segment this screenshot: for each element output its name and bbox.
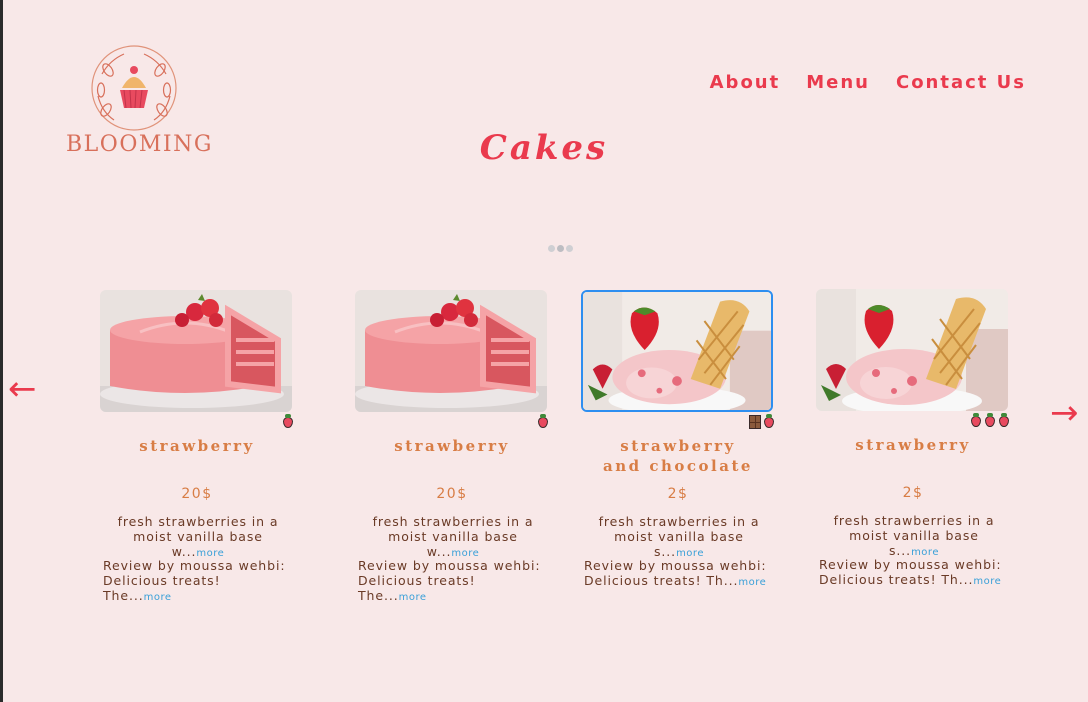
strawberry-icon [763, 414, 775, 428]
flavor-badges [537, 414, 549, 430]
product-name: strawberry [855, 436, 971, 454]
product-card[interactable]: strawberry 20$ fresh strawberries in a m… [100, 290, 294, 603]
product-review: Review by moussa wehbi: Delicious treats… [358, 558, 548, 605]
window-edge [0, 0, 3, 702]
more-link[interactable]: more [973, 576, 1001, 587]
description-line: fresh strawberries in a [372, 514, 534, 529]
product-card[interactable]: strawberry 2$ fresh strawberries in a mo… [816, 289, 1010, 587]
strawberry-cake-image [355, 290, 547, 412]
product-price: 20$ [436, 486, 468, 502]
cupcake-wreath-icon [91, 45, 177, 131]
product-price: 2$ [667, 486, 689, 502]
more-link[interactable]: more [399, 592, 427, 603]
product-description: fresh strawberries in a moist vanilla ba… [106, 514, 290, 561]
product-name-line: and chocolate [603, 457, 753, 475]
strawberry-ice-cream-image [583, 292, 771, 410]
review-line: Review by moussa wehbi: [584, 558, 767, 573]
strawberry-icon [970, 413, 982, 427]
product-image[interactable] [355, 290, 547, 412]
arrow-left-icon[interactable]: ← [8, 372, 37, 406]
description-line: fresh strawberries in a [598, 514, 760, 529]
product-price: 20$ [181, 486, 213, 502]
product-description: fresh strawberries in a moist vanilla ba… [587, 514, 771, 561]
product-card[interactable]: strawberry 20$ fresh strawberries in a m… [355, 290, 549, 603]
chocolate-icon [749, 415, 761, 429]
strawberry-icon [537, 414, 549, 428]
product-description: fresh strawberries in a moist vanilla ba… [822, 513, 1006, 560]
nav-contact-us[interactable]: Contact Us [896, 72, 1026, 93]
flavor-badges [970, 413, 1010, 429]
review-line: Review by moussa wehbi: [819, 557, 1002, 572]
product-review: Review by moussa wehbi: Delicious treats… [584, 558, 774, 590]
product-name: strawberry and chocolate [581, 436, 775, 476]
carousel-dots [548, 245, 573, 252]
product-card-selected[interactable]: strawberry and chocolate 2$ fresh strawb… [581, 290, 775, 588]
product-name: strawberry [394, 437, 510, 455]
strawberry-icon [984, 413, 996, 427]
description-line: fresh strawberries in a [833, 513, 995, 528]
product-review: Review by moussa wehbi: Delicious treats… [103, 558, 293, 605]
description-line: fresh strawberries in a [117, 514, 279, 529]
product-price: 2$ [902, 485, 924, 501]
product-review: Review by moussa wehbi: Delicious treats… [819, 557, 1009, 589]
product-description: fresh strawberries in a moist vanilla ba… [361, 514, 545, 561]
more-link[interactable]: more [738, 577, 766, 588]
more-link[interactable]: more [144, 592, 172, 603]
strawberry-icon [282, 414, 294, 428]
nav-menu[interactable]: Menu [806, 72, 870, 93]
product-name: strawberry [139, 437, 255, 455]
page-title: Cakes [479, 128, 609, 168]
strawberry-ice-cream-image [816, 289, 1008, 411]
carousel-dot-active[interactable] [557, 245, 564, 252]
strawberry-icon [998, 413, 1010, 427]
strawberry-cake-image [100, 290, 292, 412]
review-line: Delicious treats! Th... [584, 573, 739, 588]
main-nav: About Menu Contact Us [710, 72, 1026, 93]
review-line: Review by moussa wehbi: [103, 558, 286, 573]
carousel-dot[interactable] [566, 245, 573, 252]
flavor-badges [282, 414, 294, 430]
review-line: Review by moussa wehbi: [358, 558, 541, 573]
flavor-badges [749, 414, 775, 430]
carousel-dot[interactable] [548, 245, 555, 252]
product-name-line: strawberry [620, 437, 736, 455]
arrow-right-icon[interactable]: → [1050, 396, 1079, 430]
product-image[interactable] [816, 289, 1008, 411]
product-image[interactable] [581, 290, 773, 412]
product-image[interactable] [100, 290, 292, 412]
review-line: Delicious treats! Th... [819, 572, 974, 587]
nav-about[interactable]: About [710, 72, 781, 93]
